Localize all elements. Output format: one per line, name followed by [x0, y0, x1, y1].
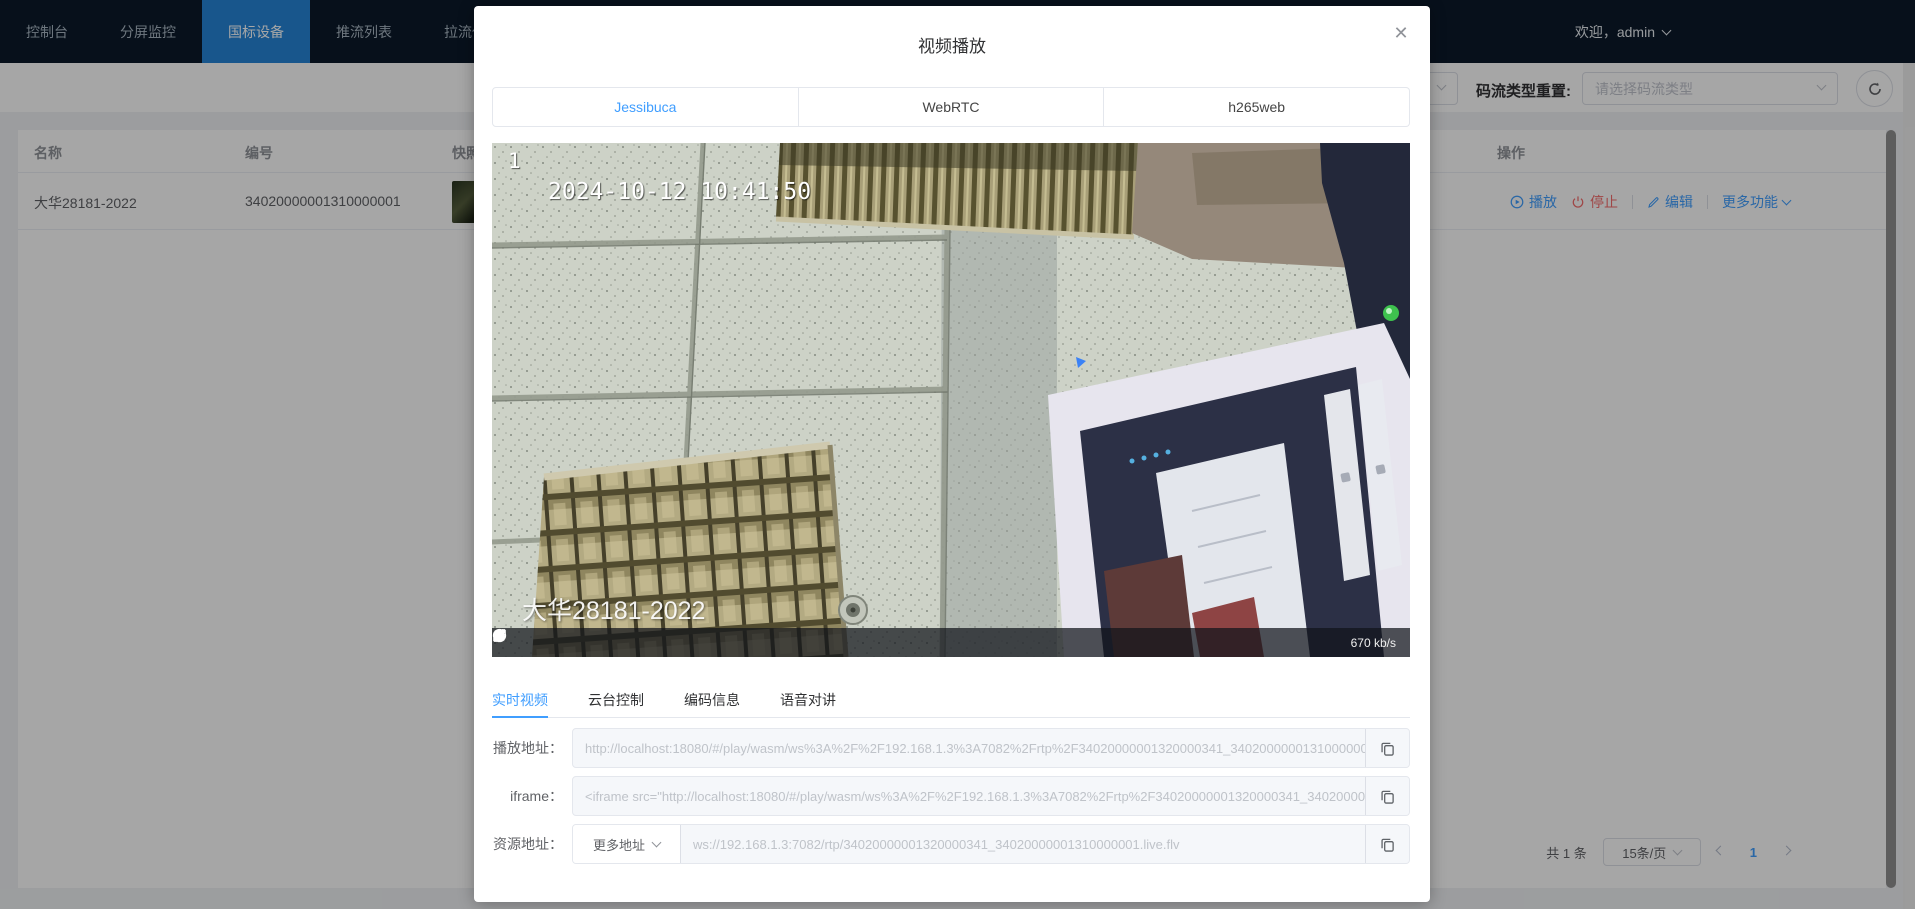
tab-ptz-control[interactable]: 云台控制 — [588, 678, 644, 717]
close-icon[interactable]: ✕ — [1390, 22, 1412, 44]
tab-jessibuca[interactable]: Jessibuca — [492, 87, 799, 127]
bitrate-label: 670 kb/s — [1351, 636, 1396, 650]
video-player[interactable]: 1 2024-10-12 10:41:50 大华28181-2022 67 — [492, 143, 1410, 657]
osd-channel-number: 1 — [508, 149, 521, 173]
video-play-dialog: 视频播放 ✕ Jessibuca WebRTC h265web — [474, 6, 1430, 902]
tab-audio-intercom[interactable]: 语音对讲 — [780, 678, 836, 717]
more-addresses-select[interactable]: 更多地址 — [573, 825, 681, 863]
osd-camera-name: 大华28181-2022 — [522, 591, 705, 627]
video-frame — [492, 143, 1410, 657]
copy-icon — [1380, 741, 1395, 756]
copy-icon — [1380, 789, 1395, 804]
osd-timestamp: 2024-10-12 10:41:50 — [548, 179, 811, 205]
iframe-label: iframe： — [492, 786, 572, 806]
dialog-title: 视频播放 — [474, 32, 1430, 57]
play-address-label: 播放地址： — [492, 738, 572, 758]
tab-encoding-info[interactable]: 编码信息 — [684, 678, 740, 717]
iframe-row: iframe： <iframe src="http://localhost:18… — [492, 776, 1410, 816]
resource-address-label: 资源地址： — [492, 834, 572, 854]
tab-webrtc[interactable]: WebRTC — [799, 87, 1105, 127]
copy-icon — [1380, 837, 1395, 852]
player-type-tabs: Jessibuca WebRTC h265web — [492, 87, 1410, 127]
copy-iframe-button[interactable] — [1365, 777, 1409, 815]
iframe-input[interactable]: <iframe src="http://localhost:18080/#/pl… — [573, 777, 1365, 815]
tab-h265web[interactable]: h265web — [1104, 87, 1410, 127]
play-address-row: 播放地址： http://localhost:18080/#/play/wasm… — [492, 728, 1410, 768]
tab-live-video[interactable]: 实时视频 — [492, 678, 548, 717]
copy-resource-address-button[interactable] — [1365, 825, 1409, 863]
resource-address-input[interactable]: ws://192.168.1.3:7082/rtp/34020000001320… — [681, 825, 1365, 863]
stream-info-tabs: 实时视频 云台控制 编码信息 语音对讲 — [492, 678, 1410, 718]
player-control-bar: 670 kb/s — [492, 628, 1410, 657]
chevron-down-icon — [652, 838, 662, 848]
resource-address-row: 资源地址： 更多地址 ws://192.168.1.3:7082/rtp/340… — [492, 824, 1410, 864]
copy-play-address-button[interactable] — [1365, 729, 1409, 767]
fullscreen-icon[interactable] — [492, 628, 507, 643]
play-address-input[interactable]: http://localhost:18080/#/play/wasm/ws%3A… — [573, 729, 1365, 767]
